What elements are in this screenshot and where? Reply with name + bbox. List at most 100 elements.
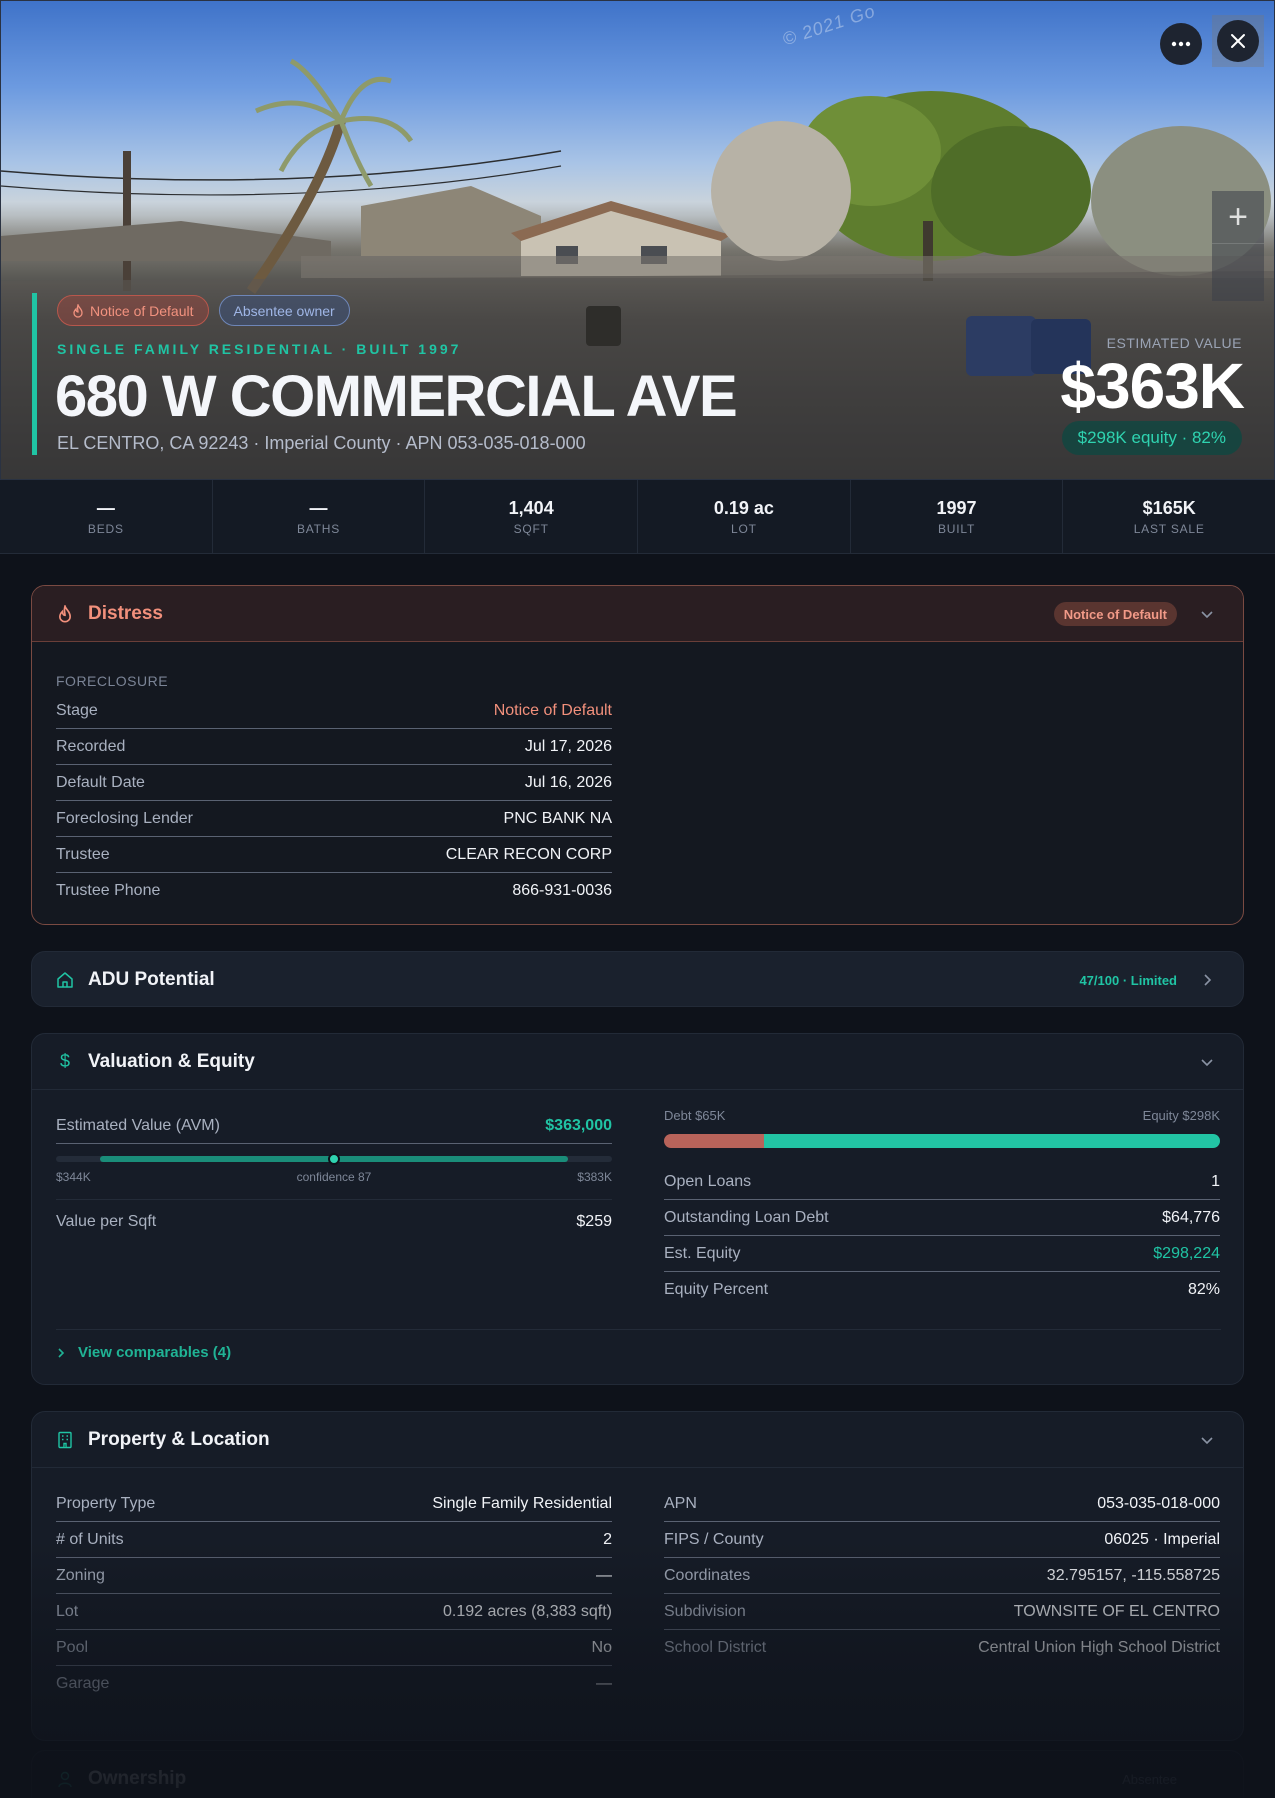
ownership-title: Ownership — [88, 1768, 187, 1789]
loan-value: $298,224 — [1153, 1244, 1220, 1262]
stat-label: SQFT — [513, 522, 549, 536]
property-key: APN — [664, 1494, 697, 1512]
property-details-left: Property Type Single Family Residential #… — [56, 1486, 612, 1702]
property-value: Central Union High School District — [978, 1639, 1220, 1656]
detail-value: PNC BANK NA — [503, 809, 612, 827]
stat-value: 0.19 ac — [713, 498, 774, 518]
property-row: Subdivision TOWNSITE OF EL CENTRO — [664, 1594, 1220, 1630]
property-header[interactable]: Property & Location — [32, 1412, 1243, 1468]
building-icon — [56, 1431, 74, 1449]
chevron-right-icon[interactable] — [1199, 972, 1215, 988]
detail-key: Trustee — [56, 845, 110, 863]
stat-value: 1997 — [936, 498, 977, 518]
property-row: # of Units 2 — [56, 1522, 612, 1558]
estimated-value: $363K — [1060, 350, 1245, 422]
property-key: FIPS / County — [664, 1530, 764, 1548]
valuation-header[interactable]: $ Valuation & Equity — [32, 1034, 1243, 1090]
loan-value: 1 — [1211, 1172, 1220, 1190]
badge-label: Absentee owner — [233, 302, 335, 319]
adu-header[interactable]: ADU Potential 47/100 · Limited — [32, 952, 1243, 1006]
foreclosure-details: Stage Notice of Default Recorded Jul 17, 2… — [56, 693, 612, 909]
distress-header[interactable]: Distress Notice of Default — [32, 586, 1243, 642]
stat-sqft: 1,404 SQFT — [425, 480, 639, 553]
equity-segment — [764, 1134, 1220, 1148]
close-button[interactable] — [1212, 15, 1264, 67]
loan-details: Open Loans 1 Outstanding Loan Debt $64,776… — [664, 1164, 1220, 1308]
stat-label: BATHS — [296, 522, 341, 536]
property-value: 053-035-018-000 — [1097, 1494, 1220, 1512]
detail-value: 866-931-0036 — [512, 882, 612, 899]
chevron-right-icon — [58, 1347, 65, 1358]
stat-value: $165K — [1142, 498, 1196, 518]
per-sqft-value: $259 — [576, 1213, 612, 1230]
ownership-card[interactable]: Ownership Absentee — [31, 1750, 1244, 1798]
stat-built: 1997 BUILT — [851, 480, 1064, 553]
property-location: EL CENTRO, CA 92243 · Imperial County · … — [57, 433, 586, 453]
stat-lot: 0.19 ac LOT — [638, 480, 851, 553]
distress-header-right: Notice of Default — [1053, 586, 1177, 642]
detail-row: Default Date Jul 16, 2026 — [56, 765, 612, 801]
user-icon — [56, 1770, 74, 1788]
stat-value: — — [309, 498, 328, 518]
detail-key: Recorded — [56, 737, 126, 755]
chevron-down-icon[interactable] — [1199, 1054, 1215, 1070]
property-address: 680 W COMMERCIAL AVE — [55, 364, 738, 429]
more-options-button[interactable] — [1160, 23, 1202, 65]
house-icon — [56, 971, 74, 989]
loan-row: Est. Equity $298,224 — [664, 1236, 1220, 1272]
avm-column: Estimated Value (AVM) $363,000 — [56, 1108, 612, 1144]
loan-key: Equity Percent — [664, 1281, 769, 1298]
property-row: Garage — — [56, 1666, 612, 1702]
avm-value: $363,000 — [545, 1116, 612, 1134]
property-row: Lot 0.192 acres (8,383 sqft) — [56, 1594, 612, 1630]
property-key: Subdivision — [664, 1602, 746, 1620]
debt-equity-bar — [664, 1134, 1220, 1148]
distress-status-badge: Notice of Default — [1053, 602, 1177, 626]
detail-row: Recorded Jul 17, 2026 — [56, 729, 612, 765]
property-key: Garage — [56, 1675, 110, 1692]
valuation-title: Valuation & Equity — [88, 1050, 255, 1072]
range-confidence: confidence 87 — [296, 1170, 372, 1184]
view-comparables-link[interactable]: View comparables (4) — [56, 1344, 231, 1361]
foreclosure-section-label: FORECLOSURE — [56, 673, 169, 689]
property-row: APN 053-035-018-000 — [664, 1486, 1220, 1522]
stat-label: BUILT — [937, 522, 976, 536]
detail-key: Trustee Phone — [56, 882, 161, 899]
detail-row: Stage Notice of Default — [56, 693, 612, 729]
loan-row: Equity Percent 82% — [664, 1272, 1220, 1308]
stat-value: 1,404 — [508, 498, 554, 518]
property-row: Zoning — — [56, 1558, 612, 1594]
property-subtitle: SINGLE FAMILY RESIDENTIAL · BUILT 1997 — [57, 341, 462, 357]
more-horizontal-icon — [1171, 41, 1191, 47]
absentee-owner-badge: Absentee owner — [218, 295, 350, 326]
stat-last-sale: $165K LAST SALE — [1063, 480, 1275, 553]
stat-label: LAST SALE — [1133, 522, 1205, 536]
zoom-in-icon[interactable]: + — [1212, 191, 1264, 243]
distress-card: Distress Notice of Default FORECLOSURE S… — [31, 585, 1244, 925]
badge-label: Notice of Default — [90, 302, 194, 319]
ownership-header[interactable]: Ownership Absentee — [32, 1751, 1243, 1798]
property-key: Coordinates — [664, 1566, 751, 1584]
loan-row: Open Loans 1 — [664, 1164, 1220, 1200]
zoom-divider — [1212, 243, 1264, 244]
street-view-zoom-control[interactable]: + — [1212, 191, 1264, 301]
detail-key: Stage — [56, 701, 98, 719]
chevron-down-icon[interactable] — [1199, 606, 1215, 622]
property-value: 06025 · Imperial — [1104, 1530, 1220, 1548]
property-title: Property & Location — [88, 1428, 270, 1450]
property-value: — — [596, 1675, 612, 1692]
debt-equity-labels: Debt $65K Equity $298K — [664, 1108, 1220, 1123]
chevron-down-icon[interactable] — [1199, 1432, 1215, 1448]
property-key: Zoning — [56, 1566, 105, 1584]
per-sqft-row: Value per Sqft $259 — [56, 1204, 612, 1240]
property-value: — — [596, 1566, 612, 1584]
valuation-equity-card: $ Valuation & Equity Estimated Value (AV… — [31, 1033, 1244, 1385]
adu-potential-card[interactable]: ADU Potential 47/100 · Limited — [31, 951, 1244, 1007]
property-key: Property Type — [56, 1494, 156, 1512]
flame-icon — [56, 604, 74, 623]
per-sqft-row-wrap: Value per Sqft $259 — [56, 1204, 612, 1240]
property-row: Coordinates 32.795157, -115.558725 — [664, 1558, 1220, 1594]
status-badges: Notice of Default Absentee owner — [57, 295, 350, 326]
per-sqft-label: Value per Sqft — [56, 1213, 157, 1230]
property-value: TOWNSITE OF EL CENTRO — [1013, 1602, 1220, 1620]
